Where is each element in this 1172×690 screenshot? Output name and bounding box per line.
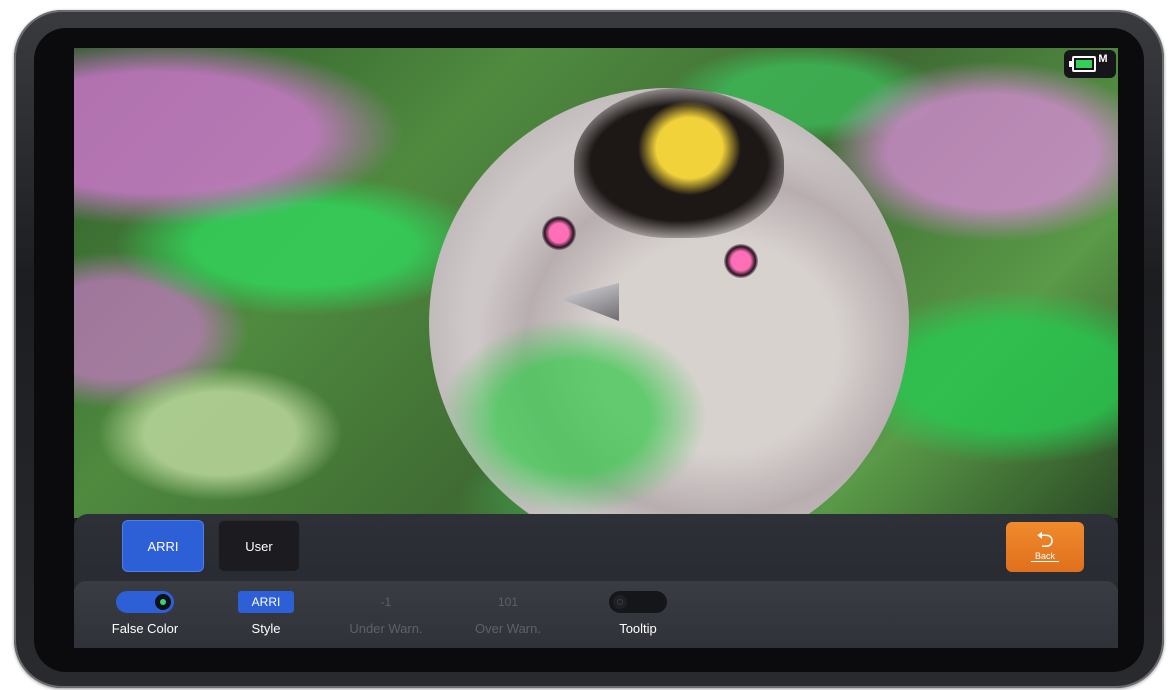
bird-eye-left <box>542 216 576 250</box>
preset-arri-label: ARRI <box>147 538 179 554</box>
false-color-control: False Color <box>90 581 200 648</box>
tooltip-control: Tooltip <box>583 581 693 648</box>
over-warn-label: Over Warn. <box>475 621 541 636</box>
screen: M ARRI User ⮌ Back False Color ARRI Styl… <box>74 48 1118 648</box>
toggle-knob-icon <box>155 594 171 610</box>
battery-mode: M <box>1098 53 1108 65</box>
false-color-label: False Color <box>111 621 179 636</box>
style-label: Style <box>251 621 281 636</box>
under-warn-label: Under Warn. <box>349 621 423 636</box>
over-warn-value[interactable]: 101 <box>498 595 518 609</box>
over-warn-control: 101 Over Warn. <box>453 581 563 648</box>
return-arrow-icon: ⮌ <box>1036 526 1054 552</box>
false-color-toggle[interactable] <box>116 591 174 613</box>
battery-icon <box>1069 56 1097 72</box>
controls-row: False Color ARRI Style -1 Under Warn. 10… <box>74 581 1118 648</box>
tooltip-label: Tooltip <box>619 621 657 636</box>
under-warn-control: -1 Under Warn. <box>331 581 441 648</box>
back-label: Back <box>1030 551 1059 562</box>
tooltip-toggle[interactable] <box>609 591 667 613</box>
back-button[interactable]: ⮌ Back <box>1006 522 1084 572</box>
style-control: ARRI Style <box>211 581 321 648</box>
toggle-knob-icon <box>613 595 627 609</box>
battery-indicator: M <box>1064 50 1116 78</box>
preset-arri-button[interactable]: ARRI <box>122 520 204 572</box>
false-color-preview: M <box>74 48 1118 518</box>
preset-user-label: User <box>245 538 273 554</box>
false-color-panel: ARRI User ⮌ Back False Color ARRI Style <box>74 514 1118 648</box>
bird-cap <box>574 88 784 238</box>
preset-user-button[interactable]: User <box>218 520 300 572</box>
style-select[interactable]: ARRI <box>237 591 295 613</box>
bird-eye-right <box>724 244 758 278</box>
under-warn-value[interactable]: -1 <box>381 595 392 609</box>
